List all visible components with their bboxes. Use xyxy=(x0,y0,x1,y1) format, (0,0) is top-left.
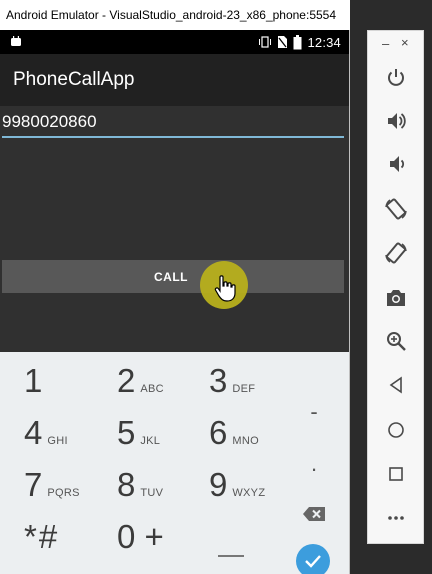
key-5[interactable]: 5 JKL xyxy=(117,414,209,462)
volume-down-icon xyxy=(390,156,405,172)
status-bar: 12:34 xyxy=(0,30,349,54)
key-letters: WXYZ xyxy=(232,487,266,499)
key-digit: 7 xyxy=(24,466,43,503)
emulator-window: Android Emulator - VisualStudio_android-… xyxy=(0,0,350,574)
key-star-hash[interactable]: *# xyxy=(24,518,116,566)
no-sim-icon xyxy=(278,36,288,48)
key-letters: TUV xyxy=(140,487,164,499)
phone-input-container xyxy=(0,108,349,138)
key-1[interactable]: 1 xyxy=(24,362,116,410)
battery-icon xyxy=(293,34,302,49)
camera-icon xyxy=(387,290,405,306)
key-digit: 5 xyxy=(117,414,136,451)
title-bar: Android Emulator - VisualStudio_android-… xyxy=(0,0,350,30)
call-button-label: CALL xyxy=(154,269,188,284)
app-bar: PhoneCallApp xyxy=(0,54,349,106)
key-9[interactable]: 9 WXYZ xyxy=(209,466,301,514)
call-button[interactable]: CALL xyxy=(2,260,344,293)
rotate-right-button[interactable] xyxy=(383,240,409,266)
key-digit: 3 xyxy=(209,362,228,399)
zoom-icon xyxy=(387,332,406,351)
confirm-key[interactable] xyxy=(296,544,330,574)
dial-keypad: 1 2 ABC 3 DEF 4 GHI 5 JKL 6 MNO 7 PQRS 8 TUV 9W… xyxy=(0,352,349,574)
key-4[interactable]: 4 GHI xyxy=(24,414,116,462)
zoom-button[interactable] xyxy=(383,328,409,354)
volume-up-button[interactable] xyxy=(383,108,409,134)
back-button[interactable] xyxy=(383,372,409,398)
check-icon xyxy=(305,555,321,568)
key-6[interactable]: 6 MNO xyxy=(209,414,301,462)
dash-key[interactable]: - xyxy=(296,394,332,430)
overview-icon xyxy=(389,467,403,481)
backspace-icon xyxy=(303,507,325,521)
toolbar-window-controls: – × xyxy=(368,35,423,52)
hand-cursor-icon xyxy=(214,275,236,302)
overview-button[interactable] xyxy=(383,461,409,487)
key-digit: 4 xyxy=(24,414,43,451)
key-8[interactable]: 8 TUV xyxy=(117,466,209,514)
key-letters: JKL xyxy=(140,435,161,447)
android-notification-icon xyxy=(11,36,21,46)
phone-number-input[interactable] xyxy=(2,108,344,138)
backspace-key[interactable] xyxy=(296,496,332,532)
home-button[interactable] xyxy=(383,417,409,443)
device-screen: 12:34 PhoneCallApp CALL 1 2 ABC 3 DEF 4 GHI… xyxy=(0,30,349,574)
key-digit: 8 xyxy=(117,466,136,503)
key-7[interactable]: 7 PQRS xyxy=(24,466,116,514)
back-icon xyxy=(389,376,402,394)
home-icon xyxy=(388,422,404,438)
key-letters: MNO xyxy=(232,435,259,447)
vibrate-icon xyxy=(259,36,272,48)
key-3[interactable]: 3 DEF xyxy=(209,362,301,410)
key-0-plus[interactable]: 0 + xyxy=(117,518,209,566)
close-button[interactable]: × xyxy=(401,35,409,50)
dot-key[interactable]: . xyxy=(296,446,332,482)
key-digit: 9 xyxy=(209,466,228,503)
volume-up-icon xyxy=(388,113,406,129)
key-digit: 6 xyxy=(209,414,228,451)
key-digit: 0 + xyxy=(117,518,164,555)
volume-down-button[interactable] xyxy=(383,151,409,177)
power-button[interactable] xyxy=(383,65,409,91)
status-icons: 12:34 xyxy=(258,34,341,50)
screenshot-button[interactable] xyxy=(383,285,409,311)
app-title: PhoneCallApp xyxy=(13,69,135,90)
minimize-button[interactable]: – xyxy=(382,36,389,51)
key-letters: GHI xyxy=(47,435,68,447)
key-digit: *# xyxy=(24,518,60,555)
rotate-right-icon xyxy=(385,242,407,264)
emulator-toolbar: – × xyxy=(367,30,424,544)
key-letters: ABC xyxy=(140,383,164,395)
window-title: Android Emulator - VisualStudio_android-… xyxy=(6,8,337,22)
status-time: 12:34 xyxy=(307,34,341,50)
rotate-left-icon xyxy=(385,198,407,220)
key-digit: 1 xyxy=(24,362,43,399)
key-letters: DEF xyxy=(232,383,256,395)
underscore-key[interactable] xyxy=(218,555,244,557)
rotate-left-button[interactable] xyxy=(383,196,409,222)
more-button[interactable] xyxy=(383,505,409,531)
key-letters: PQRS xyxy=(47,487,80,499)
power-icon xyxy=(388,69,404,86)
more-icon xyxy=(388,516,404,520)
key-digit: 2 xyxy=(117,362,136,399)
key-2[interactable]: 2 ABC xyxy=(117,362,209,410)
